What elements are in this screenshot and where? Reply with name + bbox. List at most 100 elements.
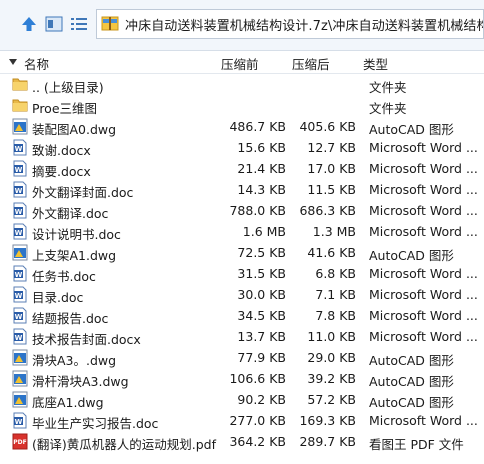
pdf-file-icon: PDF [12, 433, 28, 450]
file-name: 装配图A0.dwg [32, 122, 117, 137]
word-file-icon: W [12, 328, 28, 345]
file-row[interactable]: W 毕业生产实习报告.doc 277.0 KB 169.3 KB Microsoft W… [0, 410, 484, 431]
file-list: .. (上级目录) 文件夹 Proe三维图 文件夹 装配图A0.dwg 486.7 KB 4… [0, 74, 484, 452]
file-size: 77.9 KB [237, 350, 286, 365]
column-size[interactable]: 压缩前 [221, 54, 259, 73]
sort-descending-icon[interactable] [9, 59, 17, 65]
address-bar[interactable]: 冲床自动送料装置机械结构设计.7z\冲床自动送料装置机械结构设计 - [96, 9, 484, 39]
file-size: 90.2 KB [237, 392, 286, 407]
file-row[interactable]: W 摘要.docx 21.4 KB 17.0 KB Microsoft Word ... [0, 158, 484, 179]
file-type: AutoCAD 图形 [369, 374, 454, 389]
word-file-icon: W [12, 307, 28, 324]
file-row[interactable]: 底座A1.dwg 90.2 KB 57.2 KB AutoCAD 图形 [0, 389, 484, 410]
file-row[interactable]: 上支架A1.dwg 72.5 KB 41.6 KB AutoCAD 图形 [0, 242, 484, 263]
up-arrow-icon[interactable] [18, 13, 40, 35]
file-compressed-size: 1.3 MB [312, 224, 356, 239]
file-row[interactable]: W 设计说明书.doc 1.6 MB 1.3 MB Microsoft Word ... [0, 221, 484, 242]
file-size: 277.0 KB [229, 413, 286, 428]
svg-text:W: W [15, 292, 23, 300]
file-compressed-size: 29.0 KB [307, 350, 356, 365]
file-name: 结题报告.doc [32, 311, 109, 326]
file-size: 14.3 KB [237, 182, 286, 197]
file-name: 外文翻译.doc [32, 206, 109, 221]
file-type: Microsoft Word ... [369, 140, 478, 155]
file-type: 看图王 PDF 文件 [369, 437, 464, 452]
file-compressed-size: 57.2 KB [307, 392, 356, 407]
column-header: 名称 压缩前 压缩后 类型 [0, 51, 484, 74]
file-size: 486.7 KB [229, 119, 286, 134]
file-name: 目录.doc [32, 290, 84, 305]
file-size: 13.7 KB [237, 329, 286, 344]
file-compressed-size: 169.3 KB [299, 413, 356, 428]
file-type: AutoCAD 图形 [369, 122, 454, 137]
file-size: 34.5 KB [237, 308, 286, 323]
svg-text:W: W [15, 334, 23, 342]
file-type: Microsoft Word ... [369, 224, 478, 239]
autocad-file-icon [12, 391, 28, 408]
file-compressed-size: 7.1 KB [315, 287, 356, 302]
file-type: 文件夹 [369, 101, 407, 116]
file-row[interactable]: PDF (翻译)黄瓜机器人的运动规划.pdf 364.2 KB 289.7 KB 看图王… [0, 431, 484, 452]
autocad-file-icon [12, 244, 28, 261]
file-name: 任务书.doc [32, 269, 96, 284]
word-file-icon: W [12, 223, 28, 240]
file-name: 外文翻译封面.doc [32, 185, 134, 200]
column-compressed[interactable]: 压缩后 [292, 54, 330, 73]
file-name: 技术报告封面.docx [32, 332, 141, 347]
file-row[interactable]: W 致谢.docx 15.6 KB 12.7 KB Microsoft Word ... [0, 137, 484, 158]
details-view-icon[interactable] [43, 13, 65, 35]
file-compressed-size: 39.2 KB [307, 371, 356, 386]
file-size: 15.6 KB [237, 140, 286, 155]
archive-icon [101, 14, 119, 35]
file-row[interactable]: W 结题报告.doc 34.5 KB 7.8 KB Microsoft Word ... [0, 305, 484, 326]
file-type: Microsoft Word ... [369, 413, 478, 428]
file-size: 364.2 KB [229, 434, 286, 449]
file-type: Microsoft Word ... [369, 329, 478, 344]
file-name: 致谢.docx [32, 143, 91, 158]
column-type[interactable]: 类型 [363, 54, 388, 73]
file-name: .. (上级目录) [32, 80, 104, 95]
file-row[interactable]: 滑块A3。.dwg 77.9 KB 29.0 KB AutoCAD 图形 [0, 347, 484, 368]
address-path: 冲床自动送料装置机械结构设计.7z\冲床自动送料装置机械结构设计 - [125, 18, 484, 34]
svg-text:W: W [15, 208, 23, 216]
file-row[interactable]: W 目录.doc 30.0 KB 7.1 KB Microsoft Word ... [0, 284, 484, 305]
autocad-file-icon [12, 370, 28, 387]
file-row[interactable]: 装配图A0.dwg 486.7 KB 405.6 KB AutoCAD 图形 [0, 116, 484, 137]
file-type: Microsoft Word ... [369, 266, 478, 281]
file-size: 21.4 KB [237, 161, 286, 176]
file-type: AutoCAD 图形 [369, 248, 454, 263]
file-compressed-size: 686.3 KB [299, 203, 356, 218]
file-row[interactable]: 滑杆滑块A3.dwg 106.6 KB 39.2 KB AutoCAD 图形 [0, 368, 484, 389]
file-compressed-size: 12.7 KB [307, 140, 356, 155]
file-row[interactable]: W 技术报告封面.docx 13.7 KB 11.0 KB Microsoft Word… [0, 326, 484, 347]
word-file-icon: W [12, 286, 28, 303]
file-compressed-size: 405.6 KB [299, 119, 356, 134]
file-type: AutoCAD 图形 [369, 353, 454, 368]
file-row[interactable]: W 外文翻译封面.doc 14.3 KB 11.5 KB Microsoft Word … [0, 179, 484, 200]
file-name: 设计说明书.doc [32, 227, 121, 242]
file-name: 摘要.docx [32, 164, 91, 179]
file-type: AutoCAD 图形 [369, 395, 454, 410]
file-compressed-size: 17.0 KB [307, 161, 356, 176]
file-type: Microsoft Word ... [369, 203, 478, 218]
svg-text:W: W [15, 313, 23, 321]
file-size: 30.0 KB [237, 287, 286, 302]
file-name: 底座A1.dwg [32, 395, 104, 410]
file-name: 毕业生产实习报告.doc [32, 416, 159, 431]
file-size: 72.5 KB [237, 245, 286, 260]
word-file-icon: W [12, 412, 28, 429]
svg-text:W: W [15, 418, 23, 426]
file-type: Microsoft Word ... [369, 308, 478, 323]
svg-text:W: W [15, 187, 23, 195]
file-row[interactable]: .. (上级目录) 文件夹 [0, 74, 484, 95]
list-view-icon[interactable] [68, 13, 90, 35]
word-file-icon: W [12, 265, 28, 282]
file-size: 106.6 KB [229, 371, 286, 386]
folder-icon [12, 97, 28, 114]
column-name[interactable]: 名称 [24, 54, 49, 73]
folder-icon [12, 76, 28, 93]
file-size: 31.5 KB [237, 266, 286, 281]
file-row[interactable]: Proe三维图 文件夹 [0, 95, 484, 116]
file-row[interactable]: W 任务书.doc 31.5 KB 6.8 KB Microsoft Word ... [0, 263, 484, 284]
file-row[interactable]: W 外文翻译.doc 788.0 KB 686.3 KB Microsoft Word … [0, 200, 484, 221]
